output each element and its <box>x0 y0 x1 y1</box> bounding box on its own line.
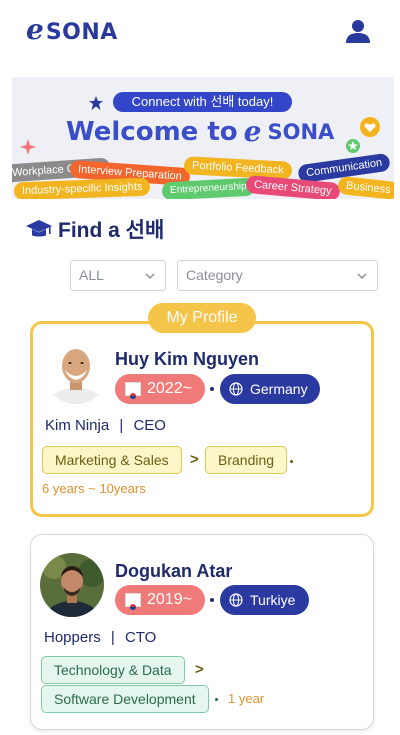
company-role: Kim Ninja | CEO <box>45 417 166 434</box>
year-badge: 2022~ <box>115 374 205 404</box>
banner-tag: Industry-specific Insights <box>13 177 151 199</box>
country-text: Germany <box>250 381 308 397</box>
country-badge: Germany <box>220 374 320 404</box>
banner-tag: Portfolio Feedback <box>183 156 293 180</box>
category-arrow: > <box>195 661 204 678</box>
user-icon <box>346 20 370 43</box>
avatar <box>44 340 108 404</box>
korea-flag-icon <box>125 382 141 399</box>
country-text: Turkiye <box>250 592 296 608</box>
globe-icon <box>229 382 243 396</box>
separator-dot <box>210 387 214 391</box>
year-filter-select[interactable]: ALL <box>70 260 166 291</box>
profile-name[interactable]: Huy Kim Nguyen <box>115 349 259 370</box>
welcome-logo-mark: e <box>243 115 262 148</box>
experience-text: 6 years ~ 10years <box>42 481 146 496</box>
subcategory-tag[interactable]: Branding <box>205 446 288 474</box>
welcome-heading: Welcome to e SONA <box>66 115 334 148</box>
year-badge: 2019~ <box>115 585 205 615</box>
welcome-text: Welcome to <box>66 116 238 147</box>
user-profile-button[interactable] <box>344 18 372 44</box>
company-role: Hoppers | CTO <box>44 629 157 646</box>
banner-tag: Entrepreneurship <box>161 177 256 199</box>
category-arrow: > <box>190 451 199 468</box>
separator-dot <box>210 598 214 602</box>
graduation-cap-icon <box>26 220 52 237</box>
separator-dot <box>215 698 218 701</box>
category-tag[interactable]: Marketing & Sales <box>42 446 182 474</box>
star-icon <box>89 96 103 110</box>
chevron-down-icon <box>357 273 367 279</box>
star-badge-icon <box>346 139 360 153</box>
chevron-down-icon <box>145 273 155 279</box>
find-title: Find a 선배 <box>58 219 165 242</box>
year-text: 2022~ <box>147 380 192 397</box>
sparkle-icon <box>20 139 36 155</box>
welcome-logo-word: SONA <box>267 119 335 144</box>
korea-flag-icon <box>125 593 141 610</box>
globe-icon <box>229 593 243 607</box>
heart-badge-icon <box>360 117 380 137</box>
my-profile-badge: My Profile <box>148 303 256 333</box>
year-text: 2019~ <box>147 591 192 608</box>
country-badge: Turkiye <box>220 585 309 615</box>
role-title: CTO <box>124 629 157 646</box>
year-filter-value: ALL <box>79 267 104 283</box>
logo-word: SONA <box>45 19 118 45</box>
banner-tag: Business <box>337 175 394 199</box>
connect-pill: Connect with 선배 today! <box>113 92 292 112</box>
find-section-header: Find a 선배 <box>26 214 164 244</box>
app-header: e SONA <box>0 0 400 62</box>
sona-logo[interactable]: e SONA <box>26 13 118 46</box>
avatar <box>40 553 104 617</box>
logo-mark: e <box>26 13 44 46</box>
category-tag[interactable]: Technology & Data <box>41 656 185 684</box>
experience-text: 1 year <box>228 691 265 706</box>
separator-dot <box>290 460 293 463</box>
company-name: Kim Ninja <box>45 417 110 434</box>
role-title: CEO <box>133 417 166 434</box>
company-name: Hoppers <box>44 629 101 646</box>
welcome-banner[interactable]: Connect with 선배 today! Welcome to e SONA… <box>12 77 394 199</box>
category-filter-select[interactable]: Category <box>177 260 378 291</box>
profile-name[interactable]: Dogukan Atar <box>115 561 232 582</box>
subcategory-tag[interactable]: Software Development <box>41 685 209 713</box>
category-filter-placeholder: Category <box>186 267 243 283</box>
